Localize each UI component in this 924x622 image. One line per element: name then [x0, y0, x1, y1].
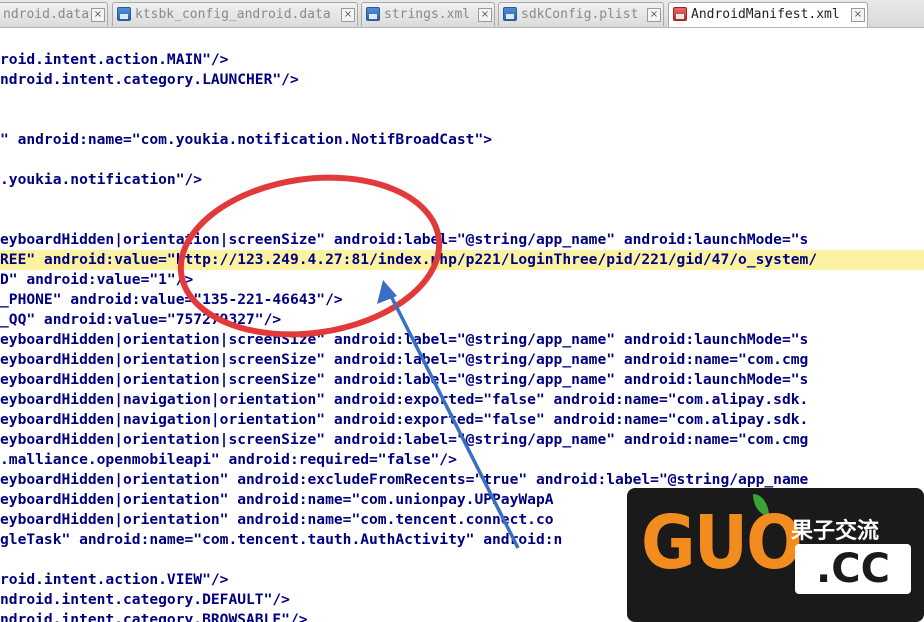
code-line: roid.intent.action.MAIN"/> — [0, 51, 229, 68]
code-line: eyboardHidden|orientation|screenSize" an… — [0, 431, 809, 448]
file-icon — [117, 7, 131, 21]
close-icon[interactable]: × — [647, 8, 661, 22]
code-line: eyboardHidden|orientation|screenSize" an… — [0, 351, 809, 368]
tab-bar: ndroid.data × ktsbk_config_android.data … — [0, 0, 924, 28]
file-icon — [366, 7, 380, 21]
file-icon — [673, 7, 687, 21]
code-line: roid.intent.action.VIEW"/> — [0, 571, 229, 588]
tab-label: AndroidManifest.xml — [691, 7, 840, 22]
code-line: REE" android:value="http://123.249.4.27:… — [0, 250, 924, 270]
code-line: gleTask" android:name="com.tencent.tauth… — [0, 531, 563, 548]
code-line: eyboardHidden|orientation" android:name=… — [0, 511, 554, 528]
code-line: " android:name="com.youkia.notification.… — [0, 131, 493, 148]
logo-brand: GUO — [641, 500, 803, 586]
code-line: eyboardHidden|orientation|screenSize" an… — [0, 231, 809, 248]
close-icon[interactable]: × — [851, 8, 865, 22]
code-line: eyboardHidden|orientation" android:name=… — [0, 491, 554, 508]
code-line: eyboardHidden|orientation|screenSize" an… — [0, 371, 809, 388]
code-line: ndroid.intent.category.DEFAULT"/> — [0, 591, 290, 608]
tab-androidmanifest-xml[interactable]: AndroidManifest.xml × — [668, 2, 868, 27]
code-line: eyboardHidden|orientation|screenSize" an… — [0, 331, 809, 348]
code-line: eyboardHidden|navigation|orientation" an… — [0, 411, 809, 428]
tab-label: ktsbk_config_android.data — [135, 7, 331, 22]
code-line: _QQ" android:value="757279327"/> — [0, 311, 282, 328]
tab-label: ndroid.data — [3, 7, 90, 22]
code-line: D" android:value="1"/> — [0, 271, 194, 288]
tab-label: strings.xml — [384, 7, 471, 22]
tab-sdkconfig-plist[interactable]: sdkConfig.plist × — [498, 2, 664, 26]
watermark-logo: GUO 果子交流 .CC — [627, 488, 924, 622]
code-line: .youkia.notification"/> — [0, 171, 203, 188]
code-line: ndroid.intent.category.BROWSABLE"/> — [0, 611, 308, 622]
logo-domain: .CC — [795, 544, 911, 594]
close-icon[interactable]: × — [91, 8, 105, 22]
code-line: eyboardHidden|orientation" android:exclu… — [0, 471, 809, 488]
file-icon — [503, 7, 517, 21]
tab-ktsbk-config[interactable]: ktsbk_config_android.data × — [112, 2, 358, 26]
code-line: eyboardHidden|navigation|orientation" an… — [0, 391, 809, 408]
close-icon[interactable]: × — [341, 8, 355, 22]
logo-chinese: 果子交流 — [791, 519, 880, 544]
close-icon[interactable]: × — [478, 8, 492, 22]
tab-strings-xml[interactable]: strings.xml × — [361, 2, 495, 26]
tab-label: sdkConfig.plist — [521, 7, 639, 22]
code-line: .malliance.openmobileapi" android:requir… — [0, 451, 457, 468]
code-line: _PHONE" android:value="135-221-46643"/> — [0, 291, 343, 308]
code-line: ndroid.intent.category.LAUNCHER"/> — [0, 71, 299, 88]
tab-android-data[interactable]: ndroid.data × — [0, 2, 108, 26]
